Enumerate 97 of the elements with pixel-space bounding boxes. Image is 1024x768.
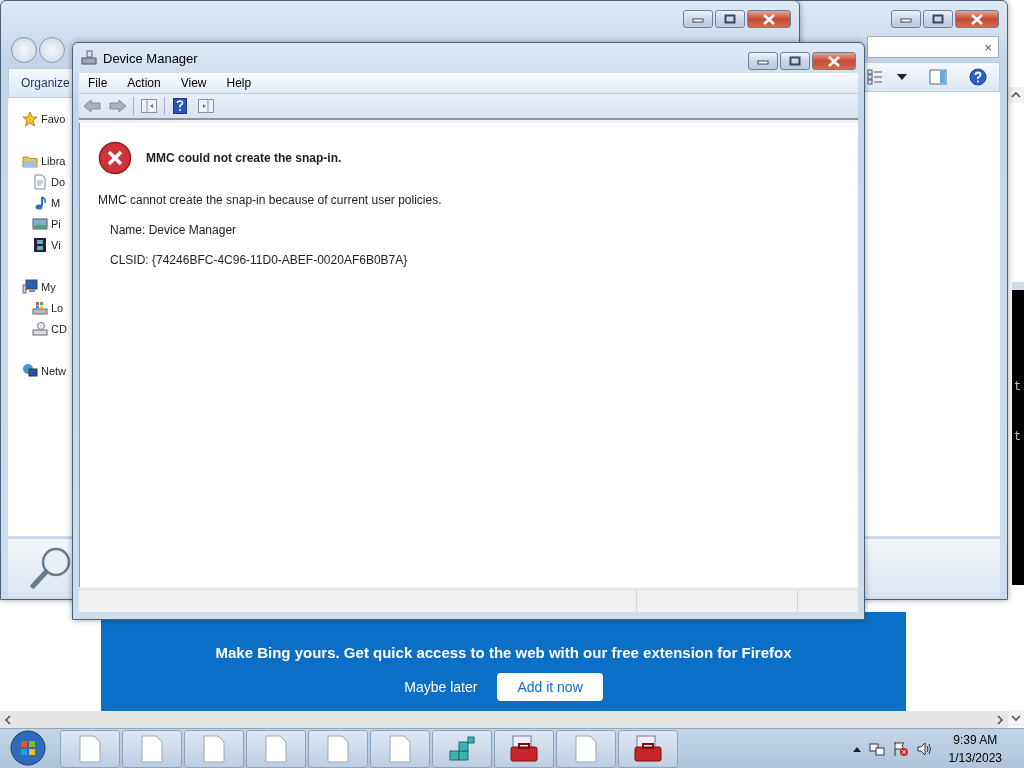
computer-icon [22, 278, 38, 295]
document-icon [141, 734, 163, 763]
sidebar-item[interactable]: Favo [41, 112, 66, 125]
panes-icon [141, 99, 157, 113]
network-icon[interactable] [868, 740, 885, 757]
right-arrow-icon [109, 99, 127, 113]
sidebar-item[interactable]: Do [51, 175, 66, 188]
chevron-up-icon [1011, 91, 1021, 99]
sidebar-item[interactable]: My [41, 280, 56, 293]
maybe-later-link[interactable]: Maybe later [404, 679, 478, 695]
scroll-up-button[interactable] [1008, 87, 1024, 103]
clock-time: 9:39 AM [953, 731, 998, 749]
dropdown-arrow-icon[interactable] [897, 74, 907, 80]
chevron-left-icon[interactable] [4, 714, 12, 725]
sidebar-item[interactable]: Pi [51, 217, 61, 230]
taskbar-button[interactable] [618, 729, 678, 768]
preview-pane-icon[interactable] [929, 69, 947, 85]
window-title: Device Manager [103, 50, 198, 66]
minimize-icon [692, 15, 704, 23]
search-field[interactable]: × [867, 36, 999, 58]
maximize-button[interactable] [715, 10, 745, 28]
sidebar-item[interactable]: M [51, 196, 61, 209]
forward-button[interactable] [107, 96, 129, 116]
close-icon [762, 13, 776, 25]
help-icon[interactable] [969, 68, 987, 86]
network-icon [22, 362, 38, 379]
maximize-button[interactable] [780, 52, 810, 70]
taskbar-button[interactable] [494, 729, 554, 768]
start-orb-icon [9, 729, 47, 766]
document-icon [265, 734, 287, 763]
maximize-button[interactable] [923, 10, 953, 28]
cubes-icon [448, 734, 476, 763]
clock[interactable]: 9:39 AM 1/13/2023 [948, 730, 1002, 767]
close-icon [970, 13, 984, 25]
search-icon [30, 546, 72, 590]
toolbox-icon [633, 734, 663, 763]
disc-drive-icon [32, 320, 48, 337]
drive-icon [32, 299, 48, 316]
document-icon [575, 734, 597, 763]
close-button[interactable] [747, 10, 791, 28]
console-text: t [1013, 430, 1022, 444]
minimize-button[interactable] [748, 52, 778, 70]
console-text: t [1013, 380, 1022, 394]
chevron-right-icon[interactable] [996, 714, 1004, 725]
document-icon [327, 734, 349, 763]
menu-item[interactable]: Help [219, 76, 259, 90]
back-button[interactable] [81, 96, 103, 116]
error-detail: CLSID: {74246BFC-4C96-11D0-ABEF-0020AF6B0B7A} [109, 253, 409, 267]
panes-icon [198, 99, 214, 113]
close-button[interactable] [812, 52, 856, 70]
toolbox-icon [509, 734, 539, 763]
maximize-icon [789, 56, 801, 66]
menu-item[interactable]: Action [120, 76, 168, 90]
error-message: MMC cannot create the snap-in because of current user policies. [98, 193, 443, 207]
back-button[interactable] [11, 37, 37, 63]
forward-button[interactable] [39, 37, 65, 63]
list-view-icon[interactable] [867, 69, 883, 85]
flag-icon[interactable] [892, 740, 909, 757]
sidebar-item[interactable]: CD [51, 322, 67, 335]
show-hidden-icons-icon[interactable] [852, 745, 861, 752]
minimize-button[interactable] [683, 10, 713, 28]
maximize-icon [724, 14, 736, 24]
document-icon [79, 734, 101, 763]
error-title: MMC could not create the snap-in. [146, 151, 342, 165]
close-button[interactable] [955, 10, 999, 28]
banner-headline: Make Bing yours. Get quick access to the web with our free extension for Firefox [215, 644, 792, 661]
console-tree-button[interactable] [138, 96, 160, 116]
clear-search-button[interactable]: × [984, 39, 992, 55]
minimize-button[interactable] [891, 10, 921, 28]
film-icon [32, 236, 48, 253]
add-it-now-button[interactable]: Add it now [497, 673, 603, 701]
menu-item[interactable]: File [79, 76, 115, 90]
document-icon [389, 734, 411, 763]
clock-date: 1/13/2023 [948, 749, 1002, 767]
sidebar-item[interactable]: Libra [41, 154, 66, 167]
minimize-icon [900, 15, 912, 23]
speaker-icon[interactable] [916, 740, 933, 757]
error-detail: Name: Device Manager [109, 223, 238, 237]
start-button[interactable] [8, 729, 48, 768]
sidebar-item[interactable]: Vi [51, 238, 61, 251]
help-icon [173, 98, 187, 114]
picture-icon [32, 215, 48, 232]
document-icon [203, 734, 225, 763]
minimize-icon [757, 57, 769, 65]
maximize-icon [932, 14, 944, 24]
document-icon [32, 173, 48, 190]
chevron-down-icon [1011, 714, 1021, 722]
star-icon [22, 110, 38, 127]
menu-item[interactable]: View [173, 76, 214, 90]
scroll-down-button[interactable] [1008, 710, 1024, 726]
left-arrow-icon [83, 99, 101, 113]
close-icon [827, 55, 841, 67]
sidebar-item[interactable]: Netw [41, 364, 67, 377]
sidebar-item[interactable]: Lo [51, 301, 64, 314]
device-manager-icon [81, 50, 97, 66]
organize-button[interactable]: Organize [21, 76, 70, 90]
error-icon [98, 141, 132, 175]
